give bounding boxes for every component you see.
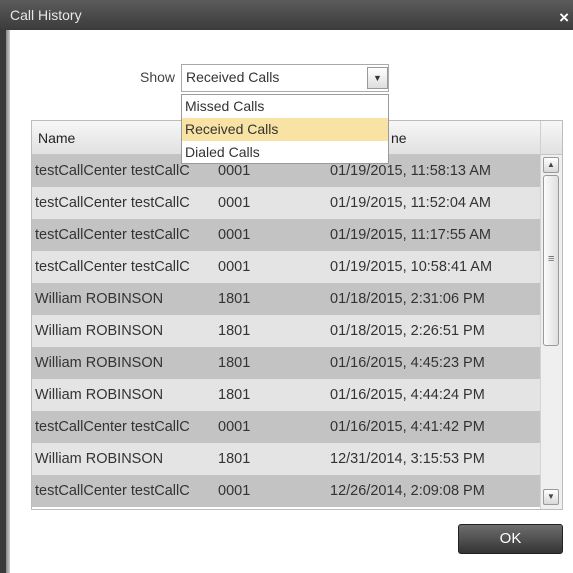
cell-name: William ROBINSON [35, 323, 164, 339]
cell-name: William ROBINSON [35, 387, 164, 403]
column-header-time[interactable]: ne [391, 130, 407, 146]
cell-time: 01/16/2015, 4:41:42 PM [330, 419, 485, 435]
table-row[interactable]: testCallCenter testCallC 0001 01/16/2015… [32, 411, 540, 443]
close-icon[interactable]: × [559, 0, 569, 36]
show-label: Show [140, 69, 176, 85]
cell-time: 01/18/2015, 2:26:51 PM [330, 323, 485, 339]
cell-name: testCallCenter testCallC [35, 419, 190, 435]
table-row[interactable]: William ROBINSON 1801 01/18/2015, 2:31:0… [32, 283, 540, 315]
cell-time: 01/19/2015, 10:58:41 AM [330, 259, 493, 275]
cell-time: 01/19/2015, 11:52:04 AM [330, 195, 491, 211]
table-row[interactable]: testCallCenter testCallC 0001 12/26/2014… [32, 475, 540, 507]
dropdown-option-dialed-calls[interactable]: Dialed Calls [182, 141, 388, 164]
cell-time: 12/31/2014, 3:15:53 PM [330, 451, 485, 467]
cell-time: 01/16/2015, 4:45:23 PM [330, 355, 485, 371]
table-row[interactable]: testCallCenter testCallC 0001 01/19/2015… [32, 251, 540, 283]
cell-name: testCallCenter testCallC [35, 163, 190, 179]
cell-time: 01/18/2015, 2:31:06 PM [330, 291, 485, 307]
cell-name: testCallCenter testCallC [35, 227, 190, 243]
cell-name: testCallCenter testCallC [35, 195, 190, 211]
cell-name: testCallCenter testCallC [35, 259, 190, 275]
table-row[interactable]: testCallCenter testCallC 0001 01/19/2015… [32, 187, 540, 219]
cell-time: 01/19/2015, 11:17:55 AM [330, 227, 491, 243]
ok-button[interactable]: OK [458, 524, 563, 554]
title-bar[interactable]: Call History × [0, 0, 573, 30]
cell-number: 0001 [218, 259, 251, 275]
table-row[interactable]: testCallCenter testCallC 0001 01/19/2015… [32, 219, 540, 251]
cell-time: 12/26/2014, 2:09:08 PM [330, 483, 485, 499]
cell-number: 1801 [218, 355, 251, 371]
call-type-select[interactable]: Received Calls ▼ [181, 64, 389, 92]
dialog-title: Call History [10, 7, 82, 23]
table-row[interactable]: William ROBINSON 1801 01/16/2015, 4:45:2… [32, 347, 540, 379]
column-header-name[interactable]: Name [38, 130, 75, 146]
cell-name: testCallCenter testCallC [35, 483, 190, 499]
cell-number: 0001 [218, 419, 251, 435]
cell-name: William ROBINSON [35, 355, 164, 371]
grip-icon: ≡ [548, 253, 555, 265]
cell-number: 0001 [218, 483, 251, 499]
cell-number: 1801 [218, 451, 251, 467]
scrollbar-thumb[interactable]: ≡ [543, 175, 559, 346]
cell-number: 0001 [218, 227, 251, 243]
scroll-down-icon[interactable]: ▼ [543, 489, 559, 505]
call-history-dialog: Call History × Show Received Calls ▼ Nam… [0, 0, 573, 573]
cell-number: 1801 [218, 387, 251, 403]
scroll-up-icon[interactable]: ▲ [543, 157, 559, 173]
call-type-select-value: Received Calls [186, 69, 280, 85]
table-row[interactable]: William ROBINSON 1801 01/16/2015, 4:44:2… [32, 379, 540, 411]
cell-number: 1801 [218, 291, 251, 307]
dropdown-option-missed-calls[interactable]: Missed Calls [182, 95, 388, 118]
column-divider [540, 121, 541, 155]
call-type-dropdown-list: Missed Calls Received Calls Dialed Calls [181, 94, 389, 164]
cell-number: 1801 [218, 323, 251, 339]
cell-name: William ROBINSON [35, 451, 164, 467]
table-body: testCallCenter testCallC 0001 01/19/2015… [32, 155, 540, 509]
chevron-down-icon[interactable]: ▼ [367, 67, 388, 89]
dropdown-option-received-calls[interactable]: Received Calls [182, 118, 388, 141]
call-history-table: Name ne testCallCenter testCallC 0001 01… [31, 120, 563, 510]
cell-number: 0001 [218, 195, 251, 211]
table-row[interactable]: William ROBINSON 1801 12/31/2014, 3:15:5… [32, 443, 540, 475]
table-row[interactable]: William ROBINSON 1801 01/18/2015, 2:26:5… [32, 315, 540, 347]
window-left-edge [0, 30, 10, 573]
cell-name: William ROBINSON [35, 291, 164, 307]
cell-time: 01/16/2015, 4:44:24 PM [330, 387, 485, 403]
vertical-scrollbar[interactable]: ▲ ≡ ▼ [540, 155, 562, 509]
